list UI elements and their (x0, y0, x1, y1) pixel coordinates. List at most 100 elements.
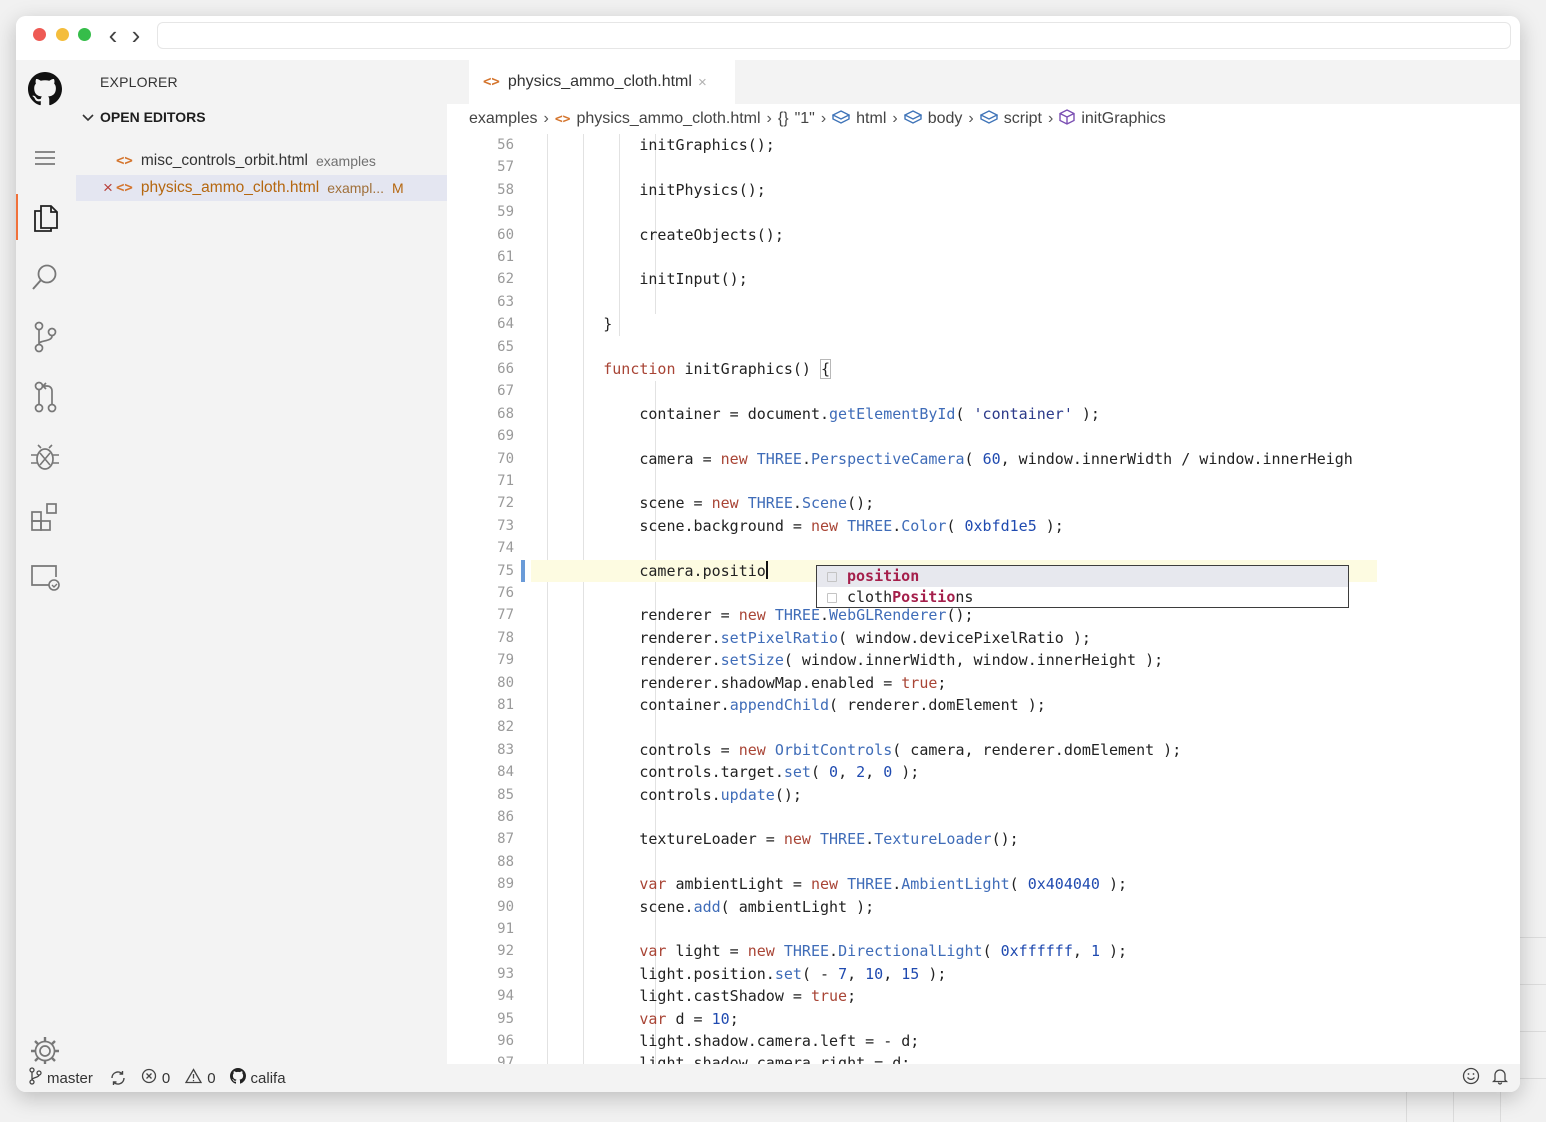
remote-explorer-icon[interactable] (16, 554, 74, 600)
file-name: misc_controls_orbit.html (140, 152, 308, 169)
property-icon (827, 571, 837, 582)
code-line: 83 controls = new OrbitControls( camera,… (447, 739, 1520, 762)
close-icon[interactable]: × (100, 178, 116, 198)
search-icon[interactable] (16, 254, 74, 300)
line-number: 66 (497, 361, 514, 377)
line-number: 93 (497, 965, 514, 982)
line-number: 60 (497, 226, 514, 243)
code-text: light.position.set( - 7, 10, 15 ); (531, 964, 947, 983)
open-editors-section[interactable]: OPEN EDITORS (82, 109, 206, 125)
url-bar[interactable] (157, 22, 1511, 49)
forward-icon[interactable]: › (126, 22, 146, 48)
code-line: 65 (447, 336, 1520, 359)
code-text: } (531, 315, 613, 334)
explorer-sidebar: EXPLORER OPEN EDITORS × <> misc_controls… (74, 60, 447, 1064)
line-number: 64 (497, 316, 514, 333)
code-text: scene.background = new THREE.Color( 0xbf… (531, 516, 1064, 535)
line-number: 68 (497, 405, 514, 422)
tab-bar: <> physics_ammo_cloth.html × (447, 60, 1520, 104)
pull-request-icon[interactable] (16, 374, 74, 420)
code-line: 97 light.shadow.camera.right = d; (447, 1052, 1520, 1064)
editor-tab[interactable]: <> physics_ammo_cloth.html × (469, 60, 735, 104)
github-icon[interactable] (16, 66, 74, 112)
open-editor-item[interactable]: × <> physics_ammo_cloth.html exampl... M (76, 175, 447, 201)
problems-indicator[interactable]: 0 0 (141, 1068, 216, 1088)
code-line: 56 initGraphics(); (447, 134, 1520, 157)
branch-label: master (47, 1069, 93, 1087)
line-number: 77 (497, 607, 514, 624)
line-number: 67 (497, 383, 514, 400)
line-number: 76 (497, 585, 514, 601)
code-line: 63 (447, 291, 1520, 314)
line-number: 85 (497, 786, 514, 803)
code-text: createObjects(); (531, 225, 784, 244)
github-icon (229, 1068, 246, 1088)
maximize-window-button[interactable] (78, 28, 91, 41)
code-text: controls.target.set( 0, 2, 0 ); (531, 763, 920, 782)
code-text: var ambientLight = new THREE.AmbientLigh… (639, 875, 1128, 894)
code-text: initPhysics(); (531, 180, 766, 199)
code-text: renderer.shadowMap.enabled = true; (531, 673, 947, 692)
code-line: 72 scene = new THREE.Scene(); (447, 492, 1520, 515)
menu-icon[interactable] (16, 135, 74, 181)
chevron-right-icon: › (820, 110, 827, 127)
line-number: 82 (497, 719, 514, 736)
code-text: camera.positio (531, 560, 768, 580)
suggestion-label: position (847, 567, 920, 585)
breadcrumb-item[interactable]: "1" (795, 110, 815, 128)
code-line: 67 (447, 380, 1520, 403)
source-control-icon[interactable] (16, 314, 74, 360)
code-text: container.appendChild( renderer.domEleme… (531, 696, 1046, 714)
branch-indicator[interactable]: master (28, 1067, 93, 1089)
breadcrumb-item[interactable]: html (856, 110, 886, 128)
line-number: 69 (497, 428, 514, 445)
open-editor-item[interactable]: × <> misc_controls_orbit.html examples (76, 148, 447, 174)
code-line: 96 light.shadow.camera.left = - d; (447, 1030, 1520, 1053)
file-dir: exampl... (327, 180, 384, 196)
line-number: 97 (497, 1055, 514, 1064)
debug-icon[interactable] (16, 434, 74, 480)
code-text: light.castShadow = true; (531, 987, 857, 1006)
account-indicator[interactable]: califa (229, 1068, 286, 1088)
breadcrumb-item[interactable]: physics_ammo_cloth.html (576, 110, 760, 128)
line-number: 71 (497, 473, 514, 489)
suggestion-item[interactable]: clothPositions (817, 587, 1348, 608)
code-text: initInput(); (531, 270, 748, 289)
line-number: 88 (497, 853, 514, 870)
line-number: 81 (497, 697, 514, 713)
app-window: ‹ › EXPLORER OPEN EDITORS <> misc_contro… (16, 16, 1520, 1092)
code-text: light.shadow.camera.left = - d; (531, 1032, 920, 1050)
back-icon[interactable]: ‹ (103, 22, 123, 48)
code-text: container = document.getElementById( 'co… (531, 404, 1100, 423)
line-number: 87 (497, 831, 514, 848)
breadcrumb-item[interactable]: initGraphics (1081, 110, 1165, 128)
text-cursor (765, 560, 768, 579)
line-number: 95 (497, 1010, 514, 1027)
feedback-icon[interactable] (1462, 1067, 1480, 1089)
code-text: textureLoader = new THREE.TextureLoader(… (531, 830, 1019, 849)
code-text: controls = new OrbitControls( camera, re… (531, 740, 1182, 759)
breadcrumb-item[interactable]: script (1004, 110, 1042, 128)
code-line: 88 (447, 851, 1520, 874)
code-line: 78 renderer.setPixelRatio( window.device… (447, 627, 1520, 650)
code-line: 64 } (447, 313, 1520, 336)
code-text: var d = 10; (639, 1009, 739, 1028)
property-icon (827, 592, 837, 603)
close-window-button[interactable] (33, 28, 46, 41)
line-number: 86 (497, 809, 514, 825)
line-number: 62 (497, 271, 514, 288)
close-icon[interactable]: × (698, 74, 707, 91)
element-icon (979, 109, 999, 129)
suggestion-item[interactable]: position (817, 566, 1348, 587)
extensions-icon[interactable] (16, 494, 74, 540)
minimize-window-button[interactable] (56, 28, 69, 41)
breadcrumb-item[interactable]: examples (469, 110, 537, 128)
breadcrumb-item[interactable]: body (928, 110, 963, 128)
line-number: 73 (497, 517, 514, 534)
code-line: 66 function initGraphics() { (447, 358, 1520, 381)
method-icon (1059, 108, 1076, 130)
files-icon[interactable] (16, 194, 74, 240)
bell-icon[interactable] (1491, 1067, 1509, 1089)
sync-icon[interactable] (109, 1070, 127, 1086)
line-number: 63 (497, 293, 514, 310)
